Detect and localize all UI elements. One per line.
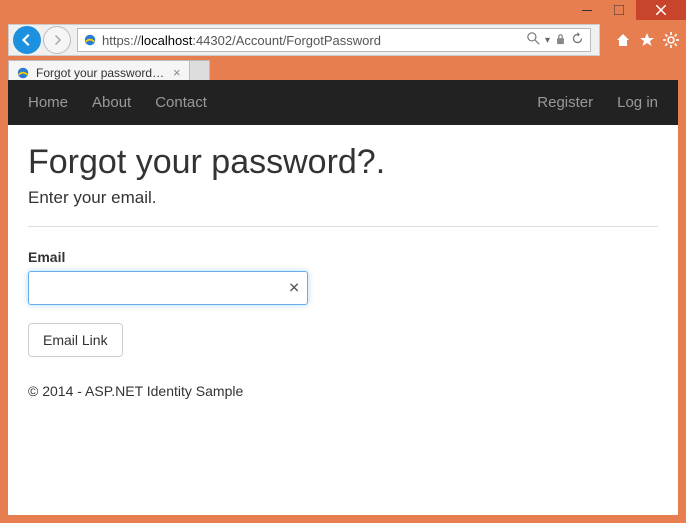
url-host: localhost [141, 33, 192, 48]
email-link-button[interactable]: Email Link [28, 323, 123, 357]
forward-button[interactable] [43, 26, 71, 54]
ie-page-icon [82, 32, 98, 48]
nav-about[interactable]: About [92, 94, 131, 111]
nav-register[interactable]: Register [537, 94, 593, 111]
page-footer: © 2014 - ASP.NET Identity Sample [28, 383, 658, 399]
nav-login[interactable]: Log in [617, 94, 658, 111]
home-icon[interactable] [614, 31, 632, 49]
email-label: Email [28, 249, 658, 265]
refresh-icon[interactable] [571, 32, 584, 48]
page-subtitle: Enter your email. [28, 188, 658, 208]
window-maximize-button[interactable] [604, 0, 634, 20]
address-bar[interactable]: https://localhost:44302/Account/ForgotPa… [102, 33, 523, 48]
tab-title: Forgot your password? - M... [36, 66, 166, 80]
url-prefix: https:// [102, 33, 141, 48]
input-clear-icon[interactable]: ✕ [288, 280, 300, 297]
nav-home[interactable]: Home [28, 94, 68, 111]
nav-contact[interactable]: Contact [155, 94, 207, 111]
site-navbar: Home About Contact Register Log in [8, 80, 678, 125]
tab-close-icon[interactable]: × [171, 65, 183, 80]
email-input[interactable] [28, 271, 308, 305]
url-path: :44302/Account/ForgotPassword [192, 33, 381, 48]
ie-tab-icon [15, 65, 31, 81]
favorites-star-icon[interactable] [638, 31, 656, 49]
gear-icon[interactable] [662, 31, 680, 49]
back-button[interactable] [13, 26, 41, 54]
page-title: Forgot your password?. [28, 143, 658, 182]
chevron-down-icon[interactable]: ▾ [545, 35, 550, 46]
lock-icon[interactable] [555, 32, 566, 48]
section-divider [28, 226, 658, 227]
window-minimize-button[interactable] [572, 0, 602, 20]
page-viewport: Home About Contact Register Log in Forgo… [8, 80, 678, 515]
window-close-button[interactable] [636, 0, 686, 20]
search-icon[interactable] [527, 32, 540, 48]
